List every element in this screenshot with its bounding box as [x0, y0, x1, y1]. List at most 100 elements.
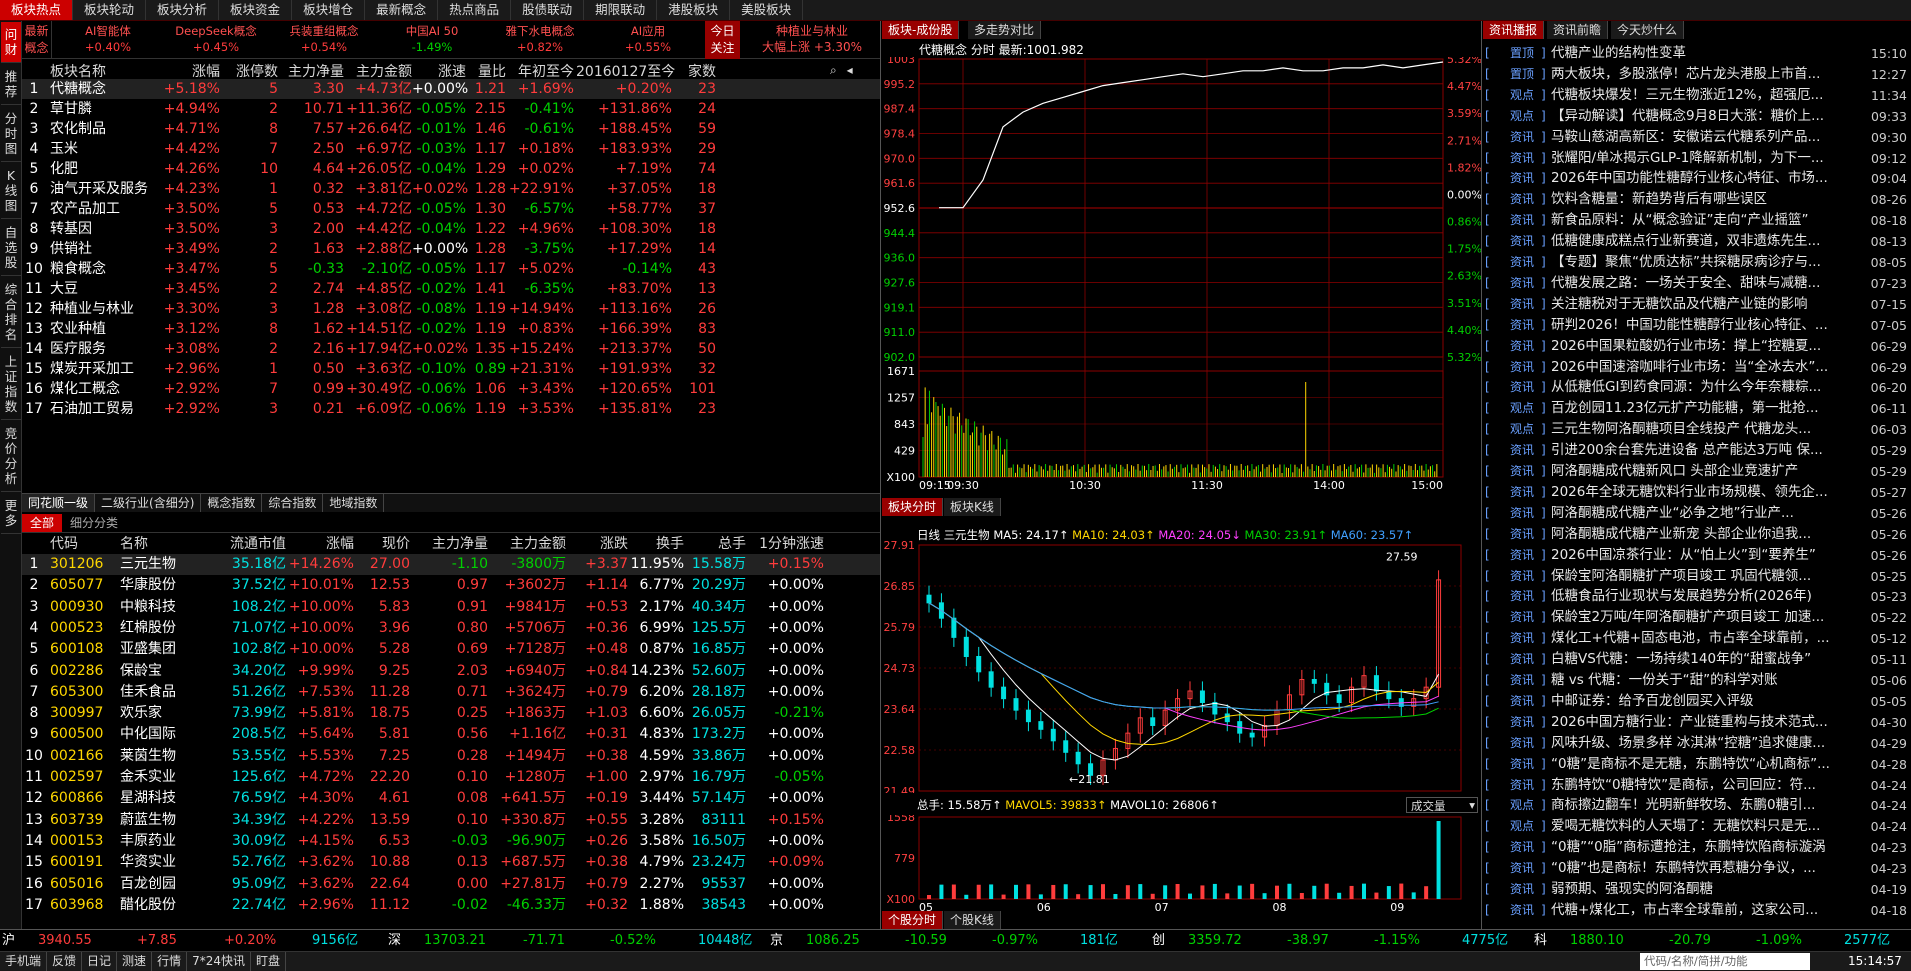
table-row[interactable]: 17 603968 醋化股份 22.74亿 +2.96% 11.12 -0.02 -46.33…	[22, 895, 880, 916]
news-item[interactable]: [资讯] 白糖VS代糖：一场持续140年的“甜蜜战争” 05-11	[1483, 649, 1911, 670]
news-item[interactable]: [资讯] 代糖+煤化工，市占率全球靠前，这家公司... 04-18	[1483, 900, 1911, 921]
news-item[interactable]: [资讯] 低糖健康成糕点行业新赛道，双非遗炼先生... 08-13	[1483, 231, 1911, 252]
news-item[interactable]: [资讯] 张耀阳/单冰揭示GLP-1降解新机制，为下一... 09:12	[1483, 148, 1911, 169]
news-item[interactable]: [资讯] “0糖”是商标不是无糖，东鹏特饮“心机商标”... 04-28	[1483, 754, 1911, 775]
news-tab[interactable]: 资讯播报	[1483, 21, 1545, 39]
index-label[interactable]: 深	[388, 930, 401, 951]
sector-category-tab[interactable]: 二级行业(含细分)	[95, 494, 202, 512]
table-row[interactable]: 10 002166 莱茵生物 53.55亿 +5.53% 7.25 0.28 +1494万 +0…	[22, 746, 880, 767]
news-item[interactable]: [资讯] 阿洛酮糖成代糖产业“必争之地”行业产... 05-26	[1483, 503, 1911, 524]
table-row[interactable]: 17 石油加工贸易 +2.92% 3 0.21 +6.09亿 -0.06% 1.19 +3.53…	[22, 399, 880, 419]
top-tab[interactable]: 板块增仓	[292, 0, 366, 20]
table-row[interactable]: 8 转基因 +3.50% 3 2.00 +4.42亿 -0.04% 1.22 +4.96% +10…	[22, 219, 880, 239]
table-row[interactable]: 7 农产品加工 +3.50% 5 0.53 +4.72亿 -0.05% 1.30 -6.57% +…	[22, 199, 880, 219]
column-header[interactable]: 流通市值	[198, 535, 286, 553]
top-tab[interactable]: 美股板块	[730, 0, 804, 20]
ticker-item[interactable]: DeepSeek概念 +0.45%	[166, 23, 266, 55]
column-header[interactable]: 名称	[120, 535, 198, 553]
news-item[interactable]: [观点] 代糖板块爆发！三元生物涨近12%，超强厄... 11:34	[1483, 85, 1911, 106]
news-item[interactable]: [观点] 商标擦边翻车！光明新鲜牧场、东鹏0糖引... 04-24	[1483, 795, 1911, 816]
stock-filter-tab[interactable]: 全部	[22, 514, 63, 532]
index-label[interactable]: 沪	[2, 930, 15, 951]
table-row[interactable]: 9 供销社 +3.49% 2 1.63 +2.88亿 +0.00% 1.28 -3.75% +17…	[22, 239, 880, 259]
news-item[interactable]: [资讯] 2026中国果粒酸奶行业市场：撑上“控糖夏... 06-29	[1483, 336, 1911, 357]
column-header[interactable]: 涨跌	[568, 535, 628, 553]
table-row[interactable]: 3 000930 中粮科技 108.2亿 +10.00% 5.83 0.91 +9841万 +0…	[22, 597, 880, 618]
table-row[interactable]: 1 301206 三元生物 35.18亿 +14.26% 27.00 -1.10 -3800万…	[22, 554, 880, 575]
bottom-item[interactable]: 日记	[82, 952, 118, 971]
news-item[interactable]: [资讯] 代糖发展之路：一场关于安全、甜味与减糖... 07-23	[1483, 273, 1911, 294]
table-row[interactable]: 10 粮食概念 +3.47% 5 -0.33 -2.10亿 -0.05% 1.17 +5.02%…	[22, 259, 880, 279]
table-row[interactable]: 11 002597 金禾实业 125.6亿 +4.72% 22.20 0.10 +1280万 +…	[22, 767, 880, 788]
index-label[interactable]: 京	[770, 930, 783, 951]
table-row[interactable]: 1 代糖概念 +5.18% 5 3.30 +4.73亿 +0.00% 1.21 +1.69% +0…	[22, 79, 880, 99]
table-row[interactable]: 12 600866 星湖科技 76.59亿 +4.30% 4.61 0.08 +641.5万 +…	[22, 788, 880, 809]
table-row[interactable]: 6 油气开采及服务 +4.23% 1 0.32 +3.81亿 +0.02% 1.28 +22.9…	[22, 179, 880, 199]
news-item[interactable]: [资讯] 弱预期、强现实的阿洛酮糖 04-19	[1483, 879, 1911, 900]
news-item[interactable]: [资讯] 马鞍山慈湖高新区：安徽诺云代糖系列产品... 09:30	[1483, 127, 1911, 148]
news-item[interactable]: [资讯] 保龄宝2万吨/年阿洛酮糖扩产项目竣工 加速... 05-22	[1483, 607, 1911, 628]
ticker-item[interactable]: 中国AI 50 -1.49%	[382, 23, 482, 55]
table-row[interactable]: 11 大豆 +3.45% 2 2.74 +4.85亿 -0.02% 1.41 -6.35% +83…	[22, 279, 880, 299]
left-strip-item[interactable]: 分时图	[1, 106, 21, 162]
news-item[interactable]: [观点] 百龙创园11.23亿元扩产功能糖，第一批抢... 06-11	[1483, 398, 1911, 419]
bottom-item[interactable]: 7*24快讯	[187, 952, 251, 971]
news-item[interactable]: [资讯] 风味升级、场景多样 冰淇淋“控糖”追求健康... 04-29	[1483, 733, 1911, 754]
news-item[interactable]: [资讯] “0糖”也是商标！东鹏特饮再惹糖分争议，... 04-23	[1483, 858, 1911, 879]
top-tab[interactable]: 板块分析	[146, 0, 220, 20]
left-strip-item[interactable]: 更多	[1, 493, 21, 534]
table-row[interactable]: 4 000523 红棉股份 71.07亿 +10.00% 3.96 0.80 +5706万 +0…	[22, 618, 880, 639]
left-strip-item[interactable]: 推荐	[1, 64, 21, 105]
news-item[interactable]: [资讯] 2026中国速溶咖啡行业市场：当“全冰去水”... 06-29	[1483, 357, 1911, 378]
left-strip-item[interactable]: 竞价分析	[1, 421, 21, 492]
index-label[interactable]: 创	[1152, 930, 1165, 951]
table-row[interactable]: 13 农业种植 +3.12% 8 1.62 +14.51亿 -0.02% 1.19 +0.83%…	[22, 319, 880, 339]
left-strip-item[interactable]: 自选股	[1, 220, 21, 276]
pin-icon[interactable]: ◂	[847, 63, 853, 77]
news-item[interactable]: [资讯] 中邮证券：给予百龙创园买入评级 05-05	[1483, 691, 1911, 712]
news-item[interactable]: [观点] 【异动解读】代糖概念9月8日大涨：糖价上... 09:33	[1483, 106, 1911, 127]
sector-category-tab[interactable]: 综合指数	[262, 494, 324, 512]
column-header[interactable]: 主力金额	[490, 535, 566, 553]
column-header[interactable]: 涨幅	[288, 535, 354, 553]
ticker-item[interactable]: AI应用 +0.55%	[598, 23, 698, 55]
news-item[interactable]: [资讯] 阿洛酮糖成代糖产业新宠 头部企业你追我... 05-26	[1483, 524, 1911, 545]
table-row[interactable]: 5 600108 亚盛集团 102.8亿 +10.00% 5.28 0.69 +7128万 +0…	[22, 639, 880, 660]
news-item[interactable]: [资讯] 饮料含糖量：新趋势背后有哪些误区 08-26	[1483, 189, 1911, 210]
indicator-select[interactable]: 成交量 ▾	[1406, 797, 1478, 813]
news-item[interactable]: [置顶] 两大板块，多股涨停！芯片龙头港股上市首... 12:27	[1483, 64, 1911, 85]
news-item[interactable]: [资讯] 2026中国方糖行业：产业链重构与技术范式... 04-30	[1483, 712, 1911, 733]
left-strip-item[interactable]: 问财	[1, 22, 21, 63]
news-item[interactable]: [资讯] “0糖”“0脂”商标遭抢注，东鹏特饮陷商标漩涡 04-23	[1483, 837, 1911, 858]
today-focus-item[interactable]: 种植业与林业 大幅上涨 +3.30%	[747, 23, 877, 55]
chart-tab[interactable]: 板块K线	[944, 498, 1001, 516]
news-tab[interactable]: 今天炒什么	[1611, 21, 1685, 39]
column-header[interactable]: 主力净量	[412, 535, 488, 553]
column-header[interactable]: 1分钟涨速	[748, 535, 824, 553]
top-tab[interactable]: 板块资金	[219, 0, 293, 20]
news-item[interactable]: [置顶] 代糖产业的结构性变革 15:10	[1483, 43, 1911, 64]
top-tab[interactable]: 热点商品	[438, 0, 512, 20]
search-icon[interactable]: ⌕	[830, 63, 837, 77]
news-item[interactable]: [资讯] 新食品原料：从“概念验证”走向“产业摇篮” 08-18	[1483, 210, 1911, 231]
sector-category-tab[interactable]: 概念指数	[201, 494, 263, 512]
table-row[interactable]: 2 草甘膦 +4.94% 2 10.71 +11.36亿 -0.05% 2.15 -0.41% +…	[22, 99, 880, 119]
news-item[interactable]: [观点] 三元生物阿洛酮糖项目全线投产 代糖龙头... 06-03	[1483, 419, 1911, 440]
news-item[interactable]: [资讯] 阿洛酮糖成代糖新风口 头部企业竞速扩产 05-29	[1483, 461, 1911, 482]
top-tab[interactable]: 板块热点	[0, 0, 74, 20]
chart-tab[interactable]: 个股K线	[944, 911, 1001, 929]
table-row[interactable]: 12 种植业与林业 +3.30% 3 1.28 +3.08亿 -0.08% 1.19 +14.9…	[22, 299, 880, 319]
column-header[interactable]: 代码	[50, 535, 102, 553]
news-item[interactable]: [资讯] 2026中国凉茶行业：从“怕上火”到“要养生” 05-26	[1483, 545, 1911, 566]
column-header[interactable]: 现价	[356, 535, 410, 553]
table-row[interactable]: 14 000153 丰原药业 30.09亿 +4.15% 6.53 -0.03 -96.90万…	[22, 831, 880, 852]
bottom-item[interactable]: 盯盘	[251, 952, 286, 971]
chart-tab[interactable]: 个股分时	[882, 911, 944, 929]
top-tab[interactable]: 板块轮动	[73, 0, 147, 20]
news-item[interactable]: [资讯] 关注糖税对于无糖饮品及代糖产业链的影响 07-15	[1483, 294, 1911, 315]
table-row[interactable]: 8 300997 欢乐家 73.99亿 +5.81% 18.75 0.25 +1863万 +1.…	[22, 703, 880, 724]
sector-category-tab[interactable]: 地域指数	[323, 494, 385, 512]
top-tab[interactable]: 港股板块	[657, 0, 731, 20]
news-item[interactable]: [资讯] 东鹏特饮“0糖特饮”是商标，公司回应：符... 04-24	[1483, 775, 1911, 796]
table-row[interactable]: 15 600191 华资实业 52.76亿 +3.62% 10.88 0.13 +687.5万…	[22, 852, 880, 873]
